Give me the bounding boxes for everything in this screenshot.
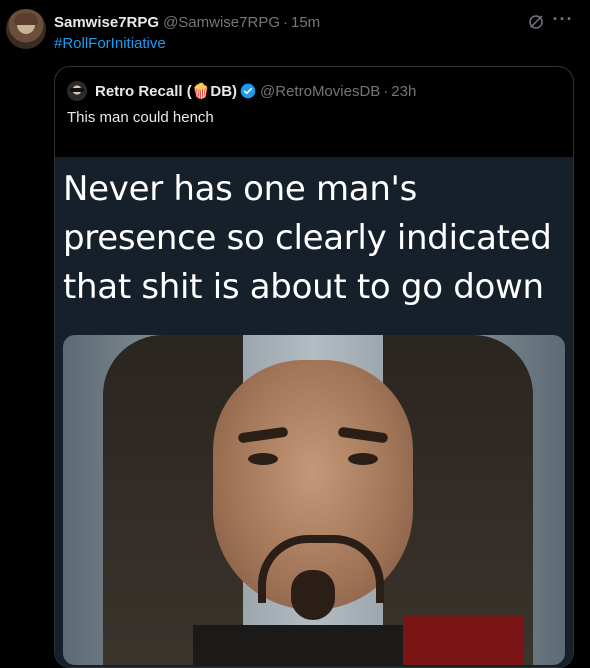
separator-dot: · <box>283 13 288 31</box>
tweet-header: Samwise7RPG @Samwise7RPG · 15m <box>54 12 320 32</box>
author-name[interactable]: Samwise7RPG <box>54 14 159 31</box>
quoted-separator-dot: · <box>383 82 389 100</box>
quoted-tweet-time[interactable]: 23h <box>391 83 416 100</box>
quoted-tweet-text: This man could hench <box>67 109 214 126</box>
tweet[interactable]: Samwise7RPG @Samwise7RPG · 15m #RollForI… <box>0 0 590 668</box>
meme-image[interactable]: Never has one man's presence so clearly … <box>55 157 573 667</box>
quoted-author-name[interactable]: Retro Recall (🍿DB) <box>95 82 237 100</box>
meme-caption: Never has one man's presence so clearly … <box>63 169 552 307</box>
hashtag-link[interactable]: #RollForInitiative <box>54 35 166 52</box>
quoted-tweet-header: Retro Recall (🍿DB) @RetroMoviesDB · 23h <box>95 81 416 101</box>
author-avatar[interactable] <box>6 9 46 49</box>
verified-badge-icon <box>240 83 256 99</box>
quoted-tweet[interactable]: Retro Recall (🍿DB) @RetroMoviesDB · 23h … <box>54 66 574 668</box>
quoted-author-handle[interactable]: @RetroMoviesDB <box>260 83 380 100</box>
quoted-author-avatar[interactable] <box>67 81 87 101</box>
tweet-time[interactable]: 15m <box>291 14 320 31</box>
more-icon[interactable]: ··· <box>552 10 574 32</box>
author-handle[interactable]: @Samwise7RPG <box>163 14 280 31</box>
meme-photo[interactable] <box>63 335 565 665</box>
grok-icon[interactable] <box>527 13 545 31</box>
